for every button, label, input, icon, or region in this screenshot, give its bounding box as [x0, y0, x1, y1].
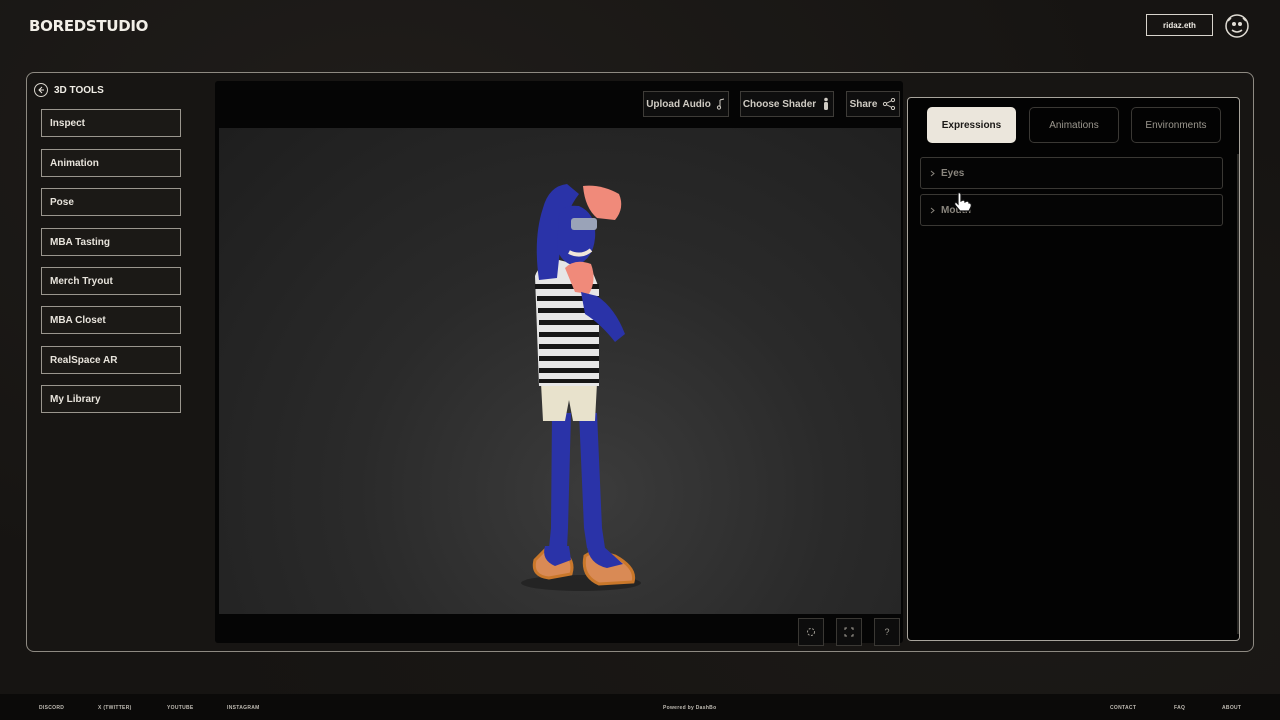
sidebar-item-my-library[interactable]: My Library: [41, 385, 181, 413]
tab-expressions[interactable]: Expressions: [927, 107, 1016, 143]
music-note-icon: [716, 98, 724, 110]
sidebar-item-mba-tasting[interactable]: MBA Tasting: [41, 228, 181, 256]
sidebar-item-inspect[interactable]: Inspect: [41, 109, 181, 137]
share-icon: [883, 98, 896, 110]
ape-avatar-icon[interactable]: [1224, 13, 1250, 39]
footer-link-discord[interactable]: DISCORD: [39, 705, 64, 711]
reset-view-icon[interactable]: [798, 618, 824, 646]
figure-icon: [824, 97, 829, 110]
section-eyes-label: Eyes: [941, 167, 965, 179]
wallet-button[interactable]: ridaz.eth: [1146, 14, 1213, 36]
share-label: Share: [849, 98, 878, 110]
tools-header: 3D TOOLS: [34, 82, 104, 98]
sidebar-item-animation[interactable]: Animation: [41, 149, 181, 177]
character-model[interactable]: [219, 128, 901, 614]
panel-scrollbar[interactable]: [1237, 154, 1239, 634]
section-eyes[interactable]: Eyes: [920, 157, 1223, 189]
sidebar-item-mba-closet[interactable]: MBA Closet: [41, 306, 181, 334]
footer-powered-by: Powered by DashBo: [663, 705, 717, 711]
tools-title: 3D TOOLS: [54, 84, 104, 96]
footer-link-youtube[interactable]: YOUTUBE: [167, 705, 194, 711]
hand-cursor-icon: [954, 192, 972, 212]
sidebar-item-realspace-ar[interactable]: RealSpace AR: [41, 346, 181, 374]
share-button[interactable]: Share: [846, 91, 900, 117]
footer-link-twitter[interactable]: X (TWITTER): [98, 705, 132, 711]
choose-shader-label: Choose Shader: [742, 98, 817, 110]
upload-audio-label: Upload Audio: [646, 98, 711, 110]
fullscreen-icon[interactable]: [836, 618, 862, 646]
3d-viewport[interactable]: [219, 128, 901, 614]
footer-link-about[interactable]: ABOUT: [1222, 705, 1241, 711]
footer-link-contact[interactable]: CONTACT: [1110, 705, 1136, 711]
footer-link-faq[interactable]: FAQ: [1174, 705, 1185, 711]
back-arrow-icon[interactable]: [34, 83, 48, 97]
chevron-right-icon: [930, 207, 935, 213]
chevron-right-icon: [930, 170, 935, 176]
footer-link-instagram[interactable]: INSTAGRAM: [227, 705, 260, 711]
tab-animations[interactable]: Animations: [1029, 107, 1119, 143]
tab-environments[interactable]: Environments: [1131, 107, 1221, 143]
sidebar-item-merch-tryout[interactable]: Merch Tryout: [41, 267, 181, 295]
upload-audio-button[interactable]: Upload Audio: [643, 91, 729, 117]
help-button[interactable]: ?: [874, 618, 900, 646]
sidebar-item-pose[interactable]: Pose: [41, 188, 181, 216]
brand-logo[interactable]: BOREDSTUDIO: [29, 17, 148, 35]
choose-shader-button[interactable]: Choose Shader: [740, 91, 834, 117]
